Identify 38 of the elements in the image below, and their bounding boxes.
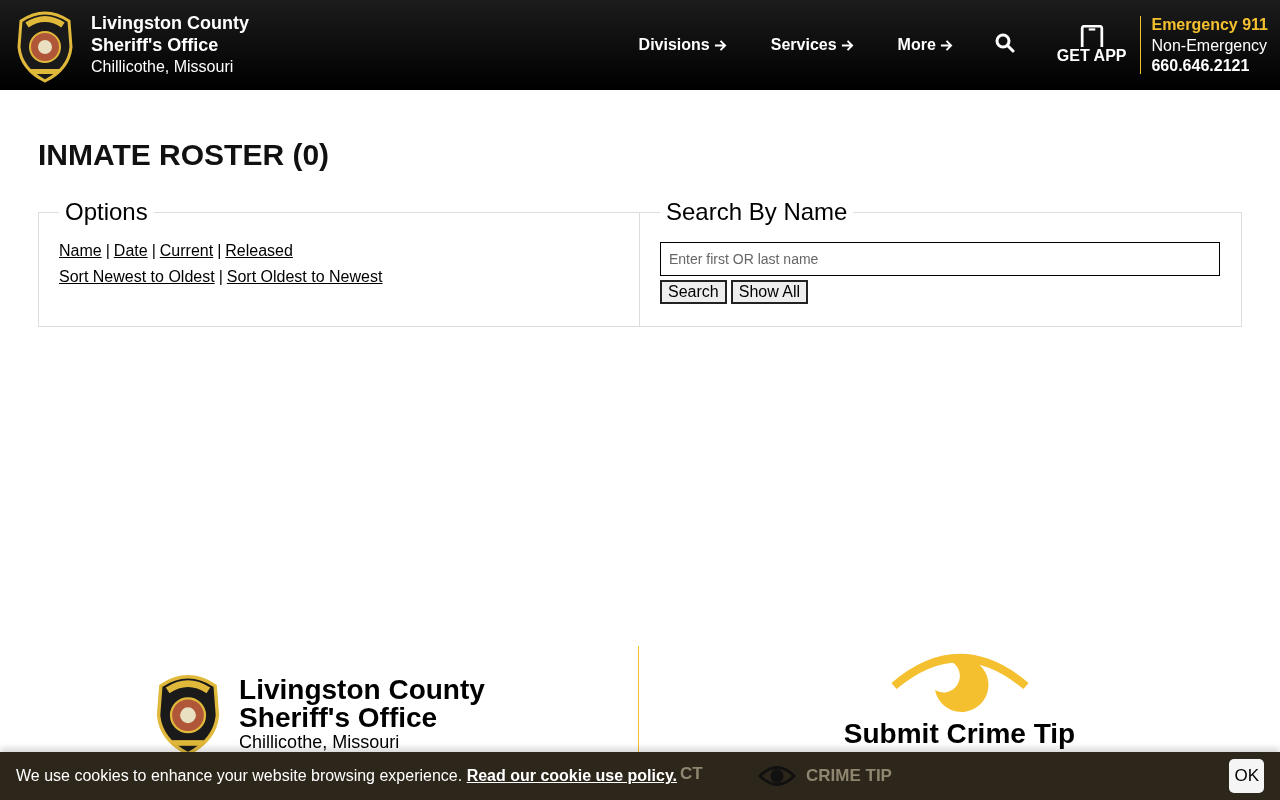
nav-link[interactable]: More bbox=[897, 36, 953, 54]
nav-link[interactable]: Services bbox=[770, 36, 854, 54]
sort-link[interactable]: Sort Oldest to Newest bbox=[226, 268, 383, 285]
bottom-nav-label[interactable]: CT bbox=[680, 764, 703, 784]
bottom-nav-label[interactable]: CRIME TIP bbox=[806, 766, 892, 786]
emergency-number: Emergency 911 bbox=[1151, 15, 1268, 35]
non-emergency-label: Non-Emergency bbox=[1151, 36, 1268, 56]
get-app-link[interactable]: GET APP bbox=[1056, 25, 1127, 65]
filter-link[interactable]: Name bbox=[59, 242, 102, 259]
search-form-button[interactable]: Search bbox=[660, 280, 727, 304]
phone-number[interactable]: 660.646.2121 bbox=[1151, 57, 1268, 75]
arrow-icon[interactable] bbox=[840, 38, 854, 52]
filter-link[interactable]: Current bbox=[159, 242, 214, 259]
nav-link[interactable]: Divisions bbox=[638, 36, 727, 54]
site-title[interactable]: Livingston County Sheriff's Office bbox=[91, 12, 249, 56]
panel-legend: Options bbox=[59, 198, 154, 226]
page-title: INMATE ROSTER (0) bbox=[38, 138, 331, 172]
panel-legend: Search By Name bbox=[660, 198, 854, 226]
search-icon[interactable] bbox=[994, 33, 1015, 53]
separator: | bbox=[217, 242, 222, 259]
cookie-policy-link[interactable]: Read our cookie use policy. bbox=[466, 767, 678, 784]
separator: | bbox=[151, 242, 156, 259]
separator: | bbox=[218, 268, 223, 285]
footer-location: Chillicothe, Missouri bbox=[239, 732, 401, 752]
site-location: Chillicothe, Missouri bbox=[91, 57, 235, 77]
footer-title: Livingston County Sheriff's Office bbox=[239, 676, 485, 732]
crime-tip-heading[interactable]: Submit Crime Tip bbox=[843, 718, 1076, 750]
filter-link[interactable]: Date bbox=[113, 242, 148, 259]
filter-link[interactable]: Released bbox=[225, 242, 293, 259]
cookie-message: We use cookies to enhance your website browsing experience. Read our cookie use policy. bbox=[16, 767, 678, 785]
search-form-button[interactable]: Show All bbox=[730, 280, 809, 304]
arrow-icon[interactable] bbox=[713, 38, 727, 52]
phone-icon[interactable] bbox=[1079, 25, 1104, 47]
ok-button[interactable]: OK bbox=[1229, 759, 1264, 793]
sort-link[interactable]: Sort Newest to Oldest bbox=[59, 268, 215, 285]
arrow-icon[interactable] bbox=[939, 38, 953, 52]
name-search-field[interactable]: Enter first OR last name bbox=[660, 242, 1220, 276]
separator: | bbox=[105, 242, 110, 259]
